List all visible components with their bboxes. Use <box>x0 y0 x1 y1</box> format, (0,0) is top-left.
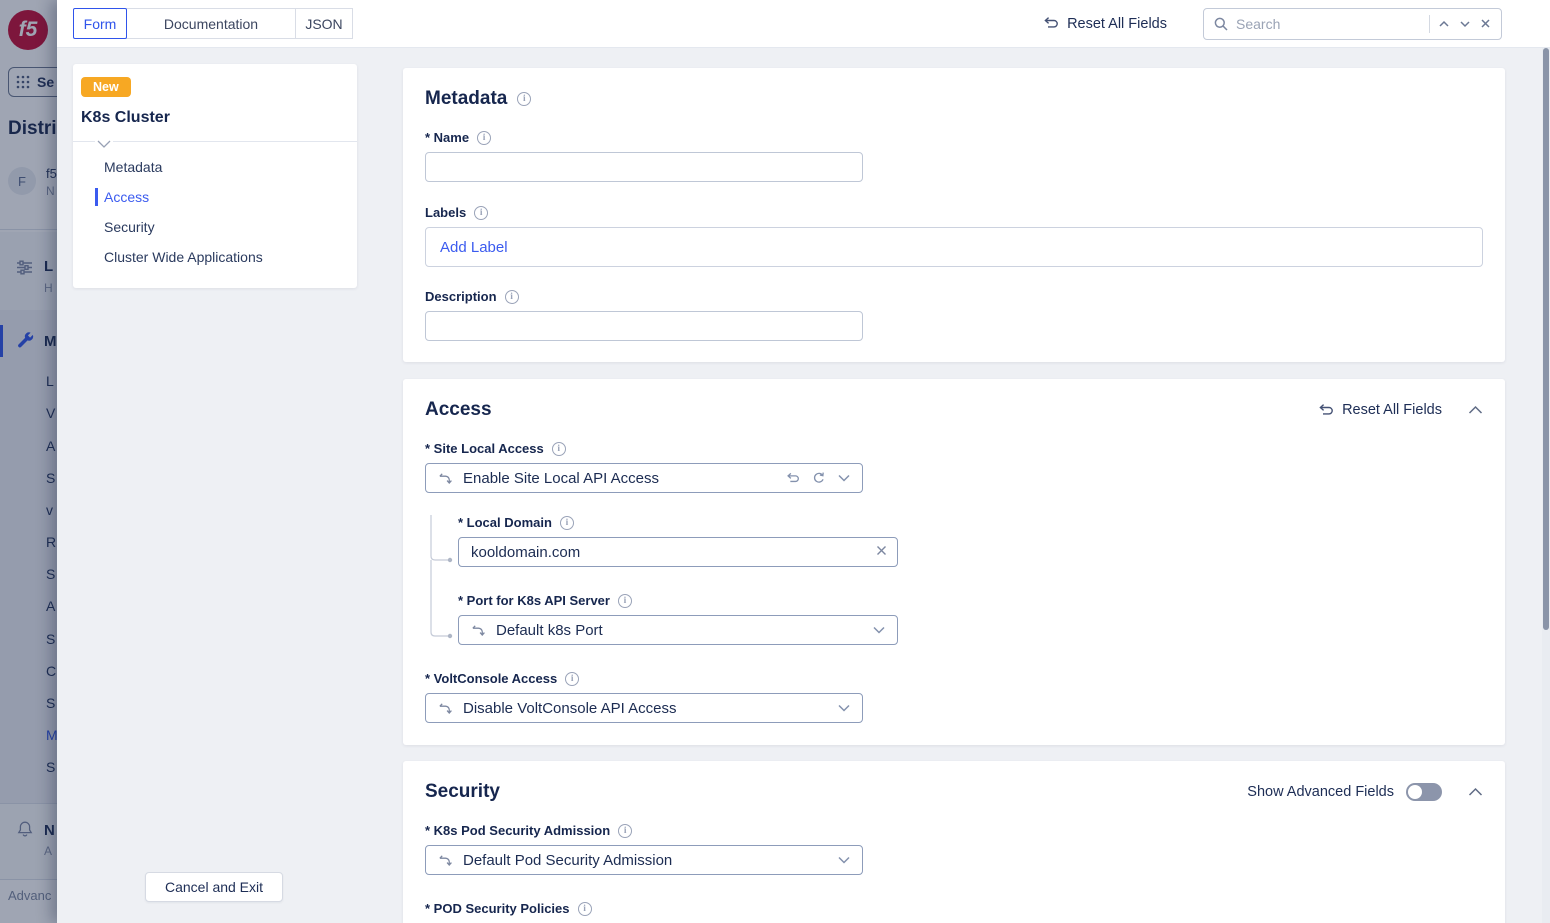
field-undo-icon[interactable] <box>785 472 800 485</box>
undo-icon <box>1042 16 1059 31</box>
pod-admission-select[interactable]: Default Pod Security Admission <box>425 845 863 875</box>
tab-json[interactable]: JSON <box>295 8 353 39</box>
modal-scrollbar[interactable] <box>1542 48 1550 923</box>
chevron-down-icon[interactable] <box>838 474 850 482</box>
name-label: * Name <box>425 130 469 145</box>
info-icon[interactable] <box>618 824 632 838</box>
field-refresh-icon[interactable] <box>812 471 826 485</box>
search-divider <box>1429 15 1430 33</box>
access-reset-fields-label: Reset All Fields <box>1342 402 1442 418</box>
object-nav-panel: New K8s Cluster Metadata Access Security… <box>73 64 357 288</box>
search-input[interactable] <box>1236 16 1422 32</box>
search-icon <box>1213 16 1229 32</box>
local-domain-label: * Local Domain <box>458 515 552 530</box>
collapse-notch-icon[interactable] <box>95 140 113 148</box>
voltconsole-access-select[interactable]: Disable VoltConsole API Access <box>425 693 863 723</box>
view-tabs: Form Documentation JSON <box>73 8 353 39</box>
metadata-section: Metadata * Name Labels Add Label Descrip… <box>403 68 1505 362</box>
scrollbar-thumb[interactable] <box>1543 48 1549 630</box>
status-badge-new: New <box>81 77 131 97</box>
name-field[interactable] <box>425 152 863 182</box>
undo-icon <box>1317 403 1334 418</box>
labels-container: Add Label <box>425 227 1483 267</box>
security-section: Security Show Advanced Fields * K8s Pod … <box>403 761 1505 923</box>
pod-policies-label: * POD Security Policies <box>425 901 570 916</box>
site-local-access-label: * Site Local Access <box>425 441 544 456</box>
info-icon[interactable] <box>505 290 519 304</box>
pod-admission-value: Default Pod Security Admission <box>463 852 828 869</box>
search-box <box>1203 8 1502 40</box>
info-icon[interactable] <box>618 594 632 608</box>
k8s-port-select[interactable]: Default k8s Port <box>458 615 898 645</box>
pod-admission-label: * K8s Pod Security Admission <box>425 823 610 838</box>
panel-nav-access[interactable]: Access <box>73 182 357 212</box>
security-section-title: Security <box>425 781 500 803</box>
description-field[interactable] <box>425 311 863 341</box>
chevron-down-icon[interactable] <box>838 856 850 864</box>
panel-nav-cluster-wide-applications[interactable]: Cluster Wide Applications <box>73 242 357 272</box>
tab-form[interactable]: Form <box>73 8 127 39</box>
info-icon[interactable] <box>578 902 592 916</box>
info-icon[interactable] <box>565 672 579 686</box>
metadata-section-title: Metadata <box>425 88 507 110</box>
modal-header: Form Documentation JSON Reset All Fields <box>57 0 1550 48</box>
collapse-section-icon[interactable] <box>1468 405 1483 415</box>
site-local-access-select[interactable]: Enable Site Local API Access <box>425 463 863 493</box>
info-icon[interactable] <box>474 206 488 220</box>
info-icon[interactable] <box>560 516 574 530</box>
modal-backdrop <box>0 0 57 923</box>
panel-nav-security[interactable]: Security <box>73 212 357 242</box>
access-section: Access Reset All Fields * Site Local Acc… <box>403 379 1505 745</box>
chevron-down-icon[interactable] <box>873 626 885 634</box>
voltconsole-access-value: Disable VoltConsole API Access <box>463 700 828 717</box>
collapse-section-icon[interactable] <box>1468 787 1483 797</box>
search-prev-button[interactable] <box>1437 17 1451 31</box>
voltconsole-access-label: * VoltConsole Access <box>425 671 557 686</box>
search-next-button[interactable] <box>1458 17 1472 31</box>
oneof-branch-icon <box>438 853 453 868</box>
labels-label: Labels <box>425 205 466 220</box>
oneof-branch-icon <box>438 471 453 486</box>
nested-field-connector <box>425 515 458 645</box>
access-reset-fields-button[interactable]: Reset All Fields <box>1317 402 1442 418</box>
info-icon[interactable] <box>517 92 531 106</box>
clear-field-icon[interactable] <box>875 544 888 557</box>
k8s-port-value: Default k8s Port <box>496 622 863 639</box>
search-close-button[interactable] <box>1479 17 1492 30</box>
description-label: Description <box>425 289 497 304</box>
add-label-button[interactable]: Add Label <box>440 239 508 256</box>
object-title: K8s Cluster <box>81 109 357 127</box>
toggle-knob <box>1408 785 1422 799</box>
k8s-cluster-modal: Form Documentation JSON Reset All Fields <box>57 0 1550 923</box>
site-local-access-value: Enable Site Local API Access <box>463 470 775 487</box>
chevron-down-icon[interactable] <box>838 704 850 712</box>
reset-all-fields-button[interactable]: Reset All Fields <box>1042 16 1167 32</box>
reset-all-fields-label: Reset All Fields <box>1067 16 1167 32</box>
info-icon[interactable] <box>552 442 566 456</box>
panel-nav-metadata[interactable]: Metadata <box>73 152 357 182</box>
panel-divider <box>73 141 357 142</box>
oneof-branch-icon <box>438 701 453 716</box>
access-section-title: Access <box>425 399 492 421</box>
show-advanced-fields-toggle[interactable] <box>1406 783 1442 801</box>
show-advanced-fields-label: Show Advanced Fields <box>1247 784 1394 800</box>
info-icon[interactable] <box>477 131 491 145</box>
tab-documentation[interactable]: Documentation <box>126 8 296 39</box>
k8s-port-label: * Port for K8s API Server <box>458 593 610 608</box>
local-domain-field[interactable] <box>458 537 898 567</box>
oneof-branch-icon <box>471 623 486 638</box>
cancel-and-exit-button[interactable]: Cancel and Exit <box>145 872 283 902</box>
